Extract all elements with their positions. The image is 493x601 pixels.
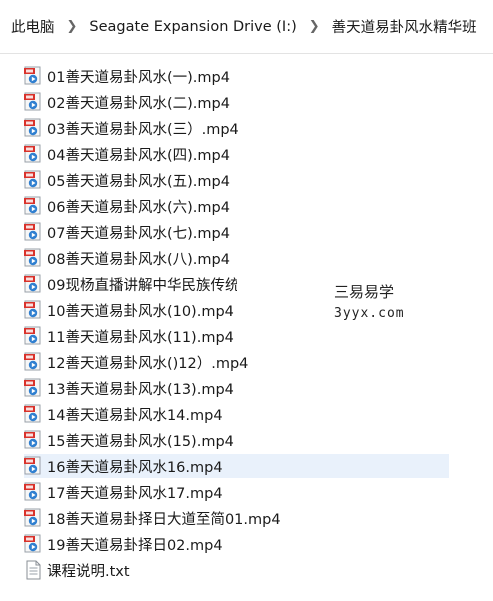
file-name: 06善天道易卦风水(六).mp4 <box>47 199 230 216</box>
file-row[interactable]: 13善天道易卦风水(13).mp4 <box>24 376 449 400</box>
file-name: 02善天道易卦风水(二).mp4 <box>47 95 230 112</box>
video-file-icon <box>24 274 43 294</box>
breadcrumb: 此电脑 ❯ Seagate Expansion Drive (I:) ❯ 善天道… <box>0 0 493 54</box>
video-file-icon <box>24 66 43 86</box>
file-name: 13善天道易卦风水(13).mp4 <box>47 381 234 398</box>
file-name: 16善天道易卦风水16.mp4 <box>47 459 223 476</box>
video-file-icon <box>24 196 43 216</box>
file-name: 11善天道易卦风水(11).mp4 <box>47 329 234 346</box>
watermark: 三易易学 3yyx.com <box>334 281 405 325</box>
file-name: 03善天道易卦风水(三）.mp4 <box>47 121 239 138</box>
file-name: 17善天道易卦风水17.mp4 <box>47 485 223 502</box>
video-file-icon <box>24 248 43 268</box>
video-file-icon <box>24 352 43 372</box>
file-row[interactable]: 14善天道易卦风水14.mp4 <box>24 402 449 426</box>
file-name: 01善天道易卦风水(一).mp4 <box>47 69 230 86</box>
video-file-icon <box>24 118 43 138</box>
video-file-icon <box>24 456 43 476</box>
file-row[interactable]: 17善天道易卦风水17.mp4 <box>24 480 449 504</box>
file-name: 08善天道易卦风水(八).mp4 <box>47 251 230 268</box>
file-row[interactable]: 课程说明.txt <box>24 558 449 582</box>
file-name: 10善天道易卦风水(10).mp4 <box>47 303 234 320</box>
video-file-icon <box>24 378 43 398</box>
video-file-icon <box>24 430 43 450</box>
breadcrumb-item-drive[interactable]: Seagate Expansion Drive (I:) <box>89 19 296 35</box>
file-name: 18善天道易卦择日大道至简01.mp4 <box>47 511 281 528</box>
file-name: 05善天道易卦风水(五).mp4 <box>47 173 230 190</box>
file-name: 课程说明.txt <box>47 563 130 580</box>
watermark-text: 三易易学 <box>334 283 395 301</box>
breadcrumb-item-folder[interactable]: 善天道易卦风水精华班 <box>332 16 477 37</box>
file-row[interactable]: 19善天道易卦择日02.mp4 <box>24 532 449 556</box>
file-row[interactable]: 01善天道易卦风水(一).mp4 <box>24 64 449 88</box>
video-file-icon <box>24 508 43 528</box>
file-row[interactable]: 07善天道易卦风水(七).mp4 <box>24 220 449 244</box>
chevron-right-icon[interactable]: ❯ <box>309 19 320 34</box>
file-row[interactable]: 03善天道易卦风水(三）.mp4 <box>24 116 449 140</box>
chevron-right-icon[interactable]: ❯ <box>67 19 78 34</box>
video-file-icon <box>24 144 43 164</box>
file-row[interactable]: 05善天道易卦风水(五).mp4 <box>24 168 449 192</box>
file-row[interactable]: 08善天道易卦风水(八).mp4 <box>24 246 449 270</box>
file-row[interactable]: 12善天道易卦风水()12）.mp4 <box>24 350 449 374</box>
file-name: 04善天道易卦风水(四).mp4 <box>47 147 230 164</box>
video-file-icon <box>24 534 43 554</box>
video-file-icon <box>24 170 43 190</box>
file-name: 07善天道易卦风水(七).mp4 <box>47 225 230 242</box>
file-row[interactable]: 02善天道易卦风水(二).mp4 <box>24 90 449 114</box>
video-file-icon <box>24 300 43 320</box>
file-name: 15善天道易卦风水(15).mp4 <box>47 433 234 450</box>
file-row[interactable]: 06善天道易卦风水(六).mp4 <box>24 194 449 218</box>
text-file-icon <box>24 560 43 580</box>
file-row[interactable]: 15善天道易卦风水(15).mp4 <box>24 428 449 452</box>
video-file-icon <box>24 482 43 502</box>
file-name: 19善天道易卦择日02.mp4 <box>47 537 223 554</box>
video-file-icon <box>24 326 43 346</box>
file-row[interactable]: 18善天道易卦择日大道至简01.mp4 <box>24 506 449 530</box>
file-name: 14善天道易卦风水14.mp4 <box>47 407 223 424</box>
file-row[interactable]: 16善天道易卦风水16.mp4 <box>24 454 449 478</box>
file-name: 12善天道易卦风水()12）.mp4 <box>47 355 249 372</box>
video-file-icon <box>24 222 43 242</box>
video-file-icon <box>24 404 43 424</box>
file-row[interactable]: 04善天道易卦风水(四).mp4 <box>24 142 449 166</box>
file-name: 09现杨直播讲解中华民族传统 <box>47 277 237 294</box>
breadcrumb-item-this-pc[interactable]: 此电脑 <box>11 16 55 37</box>
watermark-url: 3yyx.com <box>334 306 405 321</box>
video-file-icon <box>24 92 43 112</box>
file-row[interactable]: 11善天道易卦风水(11).mp4 <box>24 324 449 348</box>
